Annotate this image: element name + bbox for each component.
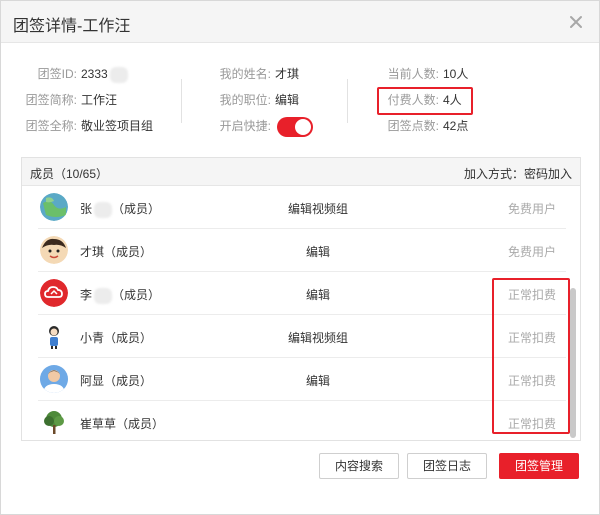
status-highlight-box — [492, 278, 570, 434]
member-name: 小青（成员） — [80, 331, 153, 345]
member-name-suffix: （成员） — [112, 202, 161, 216]
team-log-button[interactable]: 团签日志 — [407, 453, 487, 479]
value-team-id: 2333 — [81, 67, 108, 81]
member-name-prefix: 张 — [80, 202, 93, 216]
value-my-position: 编辑 — [275, 93, 300, 107]
avatar — [40, 236, 68, 264]
masked-text — [94, 287, 113, 304]
info-row-current-count: 当前人数: 10人 — [375, 61, 469, 87]
label-current-count: 当前人数: — [387, 67, 439, 81]
value-current-count: 10人 — [443, 67, 469, 81]
content-search-button[interactable]: 内容搜索 — [319, 453, 399, 479]
masked-text — [94, 201, 113, 218]
shortcut-toggle[interactable] — [277, 116, 313, 137]
member-status: 免费用户 — [507, 245, 556, 259]
paid-count-highlight-box — [377, 87, 473, 115]
avatar — [40, 322, 68, 350]
value-my-name: 才琪 — [275, 67, 300, 81]
info-row-team-id: 团签ID: 2333 — [1, 61, 153, 87]
member-list-scrollbar[interactable] — [570, 288, 576, 438]
info-column-basic: 团签ID: 2333 团签简称: 工作汪 团签全称: 敬业签项目组 — [1, 61, 153, 139]
close-icon[interactable] — [567, 13, 585, 31]
dialog-titlebar: 团签详情-工作汪 — [1, 1, 599, 43]
team-info: 团签ID: 2333 团签简称: 工作汪 团签全称: 敬业签项目组 我的姓名: 才琪 我… — [1, 61, 600, 141]
value-short-name: 工作汪 — [81, 93, 118, 107]
info-row-my-name: 我的姓名: 才琪 — [219, 61, 313, 87]
member-row[interactable]: 阿显（成员） 编辑 正常扣费 — [38, 358, 566, 401]
info-row-short-name: 团签简称: 工作汪 — [1, 87, 153, 113]
member-name: 阿显（成员） — [80, 374, 153, 388]
label-team-id: 团签ID: — [37, 67, 77, 81]
member-name-suffix: （成员） — [112, 288, 161, 302]
avatar — [40, 193, 68, 221]
toggle-knob — [295, 118, 311, 135]
member-count: 成员（10/65） — [30, 167, 109, 181]
member-row[interactable]: 崔草草（成员） 正常扣费 — [38, 401, 566, 440]
dialog-title: 团签详情-工作汪 — [13, 18, 131, 35]
join-method: 加入方式：密码加入 — [463, 167, 572, 181]
label-short-name: 团签简称: — [25, 93, 77, 107]
member-role: 编辑 — [305, 288, 330, 302]
member-row[interactable]: 张 （成员） 编辑视频组 免费用户 — [38, 186, 566, 229]
member-name: 才琪（成员） — [80, 245, 153, 259]
team-detail-dialog: 团签详情-工作汪 团签ID: 2333 团签简称: 工作汪 团签全称: 敬业签项目组 … — [0, 0, 600, 515]
member-name: 崔草草（成员） — [80, 417, 165, 431]
member-role: 编辑视频组 — [287, 331, 348, 345]
label-shortcut: 开启快捷: — [219, 119, 271, 133]
info-row-full-name: 团签全称: 敬业签项目组 — [1, 113, 153, 139]
info-column-personal: 我的姓名: 才琪 我的职位: 编辑 开启快捷: — [219, 61, 313, 139]
member-name: 张 （成员） — [80, 200, 160, 218]
avatar — [40, 365, 68, 393]
member-name-prefix: 李 — [80, 288, 93, 302]
label-my-position: 我的职位: — [219, 93, 271, 107]
label-points: 团签点数: — [387, 119, 439, 133]
team-manage-button[interactable]: 团签管理 — [499, 453, 579, 479]
info-row-shortcut: 开启快捷: — [219, 113, 313, 139]
member-row[interactable]: 小青（成员） 编辑视频组 正常扣费 — [38, 315, 566, 358]
member-status: 免费用户 — [507, 202, 556, 216]
member-row[interactable]: 李（成员） 编辑 正常扣费 — [38, 272, 566, 315]
member-list[interactable]: 张 （成员） 编辑视频组 免费用户 才琪（成员） 编辑 免费用户 李 （成员） 编辑… — [22, 186, 566, 440]
label-my-name: 我的姓名: — [219, 67, 271, 81]
info-row-my-position: 我的职位: 编辑 — [219, 87, 313, 113]
info-divider — [347, 79, 348, 123]
value-full-name: 敬业签项目组 — [81, 119, 154, 133]
member-name: 李 （成员） — [80, 286, 160, 304]
member-role: 编辑视频组 — [287, 202, 348, 216]
member-role: 编辑 — [305, 245, 330, 259]
avatar — [40, 408, 68, 436]
label-full-name: 团签全称: — [25, 119, 77, 133]
member-row[interactable]: 才琪（成员） 编辑 免费用户 — [38, 229, 566, 272]
avatar — [40, 279, 68, 307]
masked-text — [109, 66, 128, 83]
info-row-points: 团签点数: 42点 — [375, 113, 469, 139]
value-points: 42点 — [443, 119, 469, 133]
info-divider — [181, 79, 182, 123]
member-panel-header: 成员（10/65） 加入方式：密码加入 — [22, 158, 580, 186]
member-role: 编辑 — [305, 374, 330, 388]
